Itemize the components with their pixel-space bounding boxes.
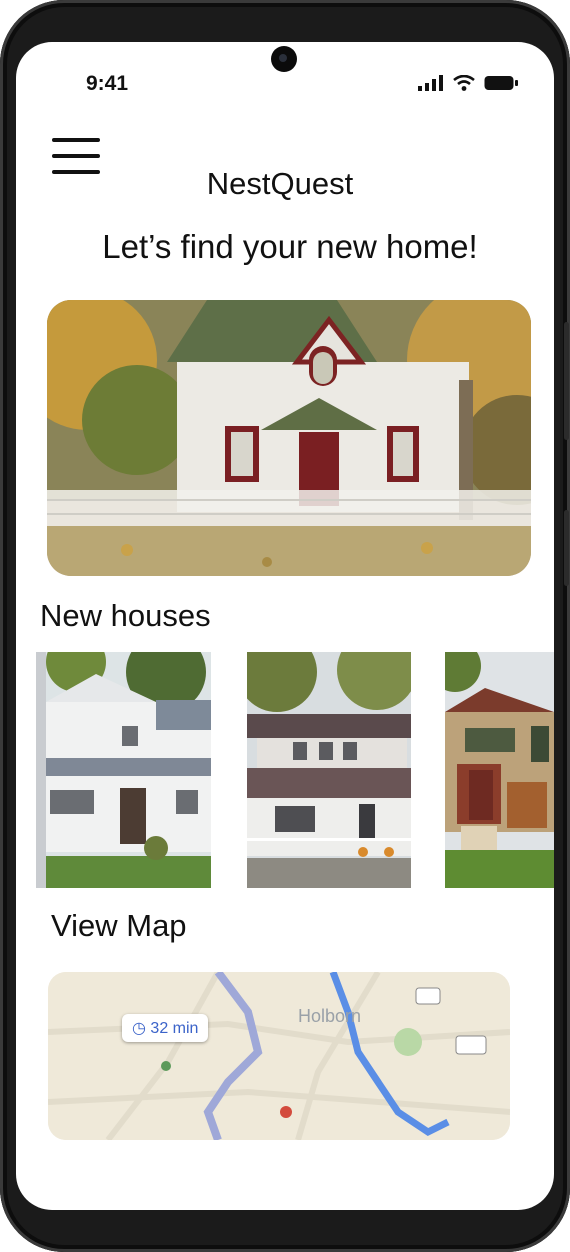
page-headline: Let’s find your new home! [102, 228, 478, 265]
screen: 9:41 NestQuest Let’s find your new home! [16, 42, 554, 1210]
travel-time-badge: ◷ 32 min [122, 1014, 209, 1042]
featured-house-image[interactable] [47, 300, 531, 576]
status-icons [418, 75, 518, 91]
house-card-2[interactable] [247, 652, 411, 888]
power-button [564, 510, 569, 586]
bottom-bezel [0, 1214, 570, 1252]
side-button [564, 322, 569, 440]
travel-time: 32 min [150, 1020, 199, 1037]
signal-icon [418, 75, 443, 91]
front-camera [271, 46, 297, 72]
house-card-3[interactable] [445, 652, 554, 888]
clock-icon: ◷ [132, 1020, 146, 1037]
wifi-icon [453, 75, 475, 91]
status-time: 9:41 [86, 72, 129, 95]
battery-icon [484, 76, 518, 90]
new-houses-heading: New houses [40, 598, 211, 633]
map-place-label: Holborn [298, 1006, 362, 1026]
view-map-heading[interactable]: View Map [51, 908, 187, 944]
map-preview[interactable]: ◷ 32 min Holborn [48, 972, 510, 1140]
app-title: NestQuest [206, 166, 354, 201]
house-card-1[interactable] [36, 652, 211, 888]
